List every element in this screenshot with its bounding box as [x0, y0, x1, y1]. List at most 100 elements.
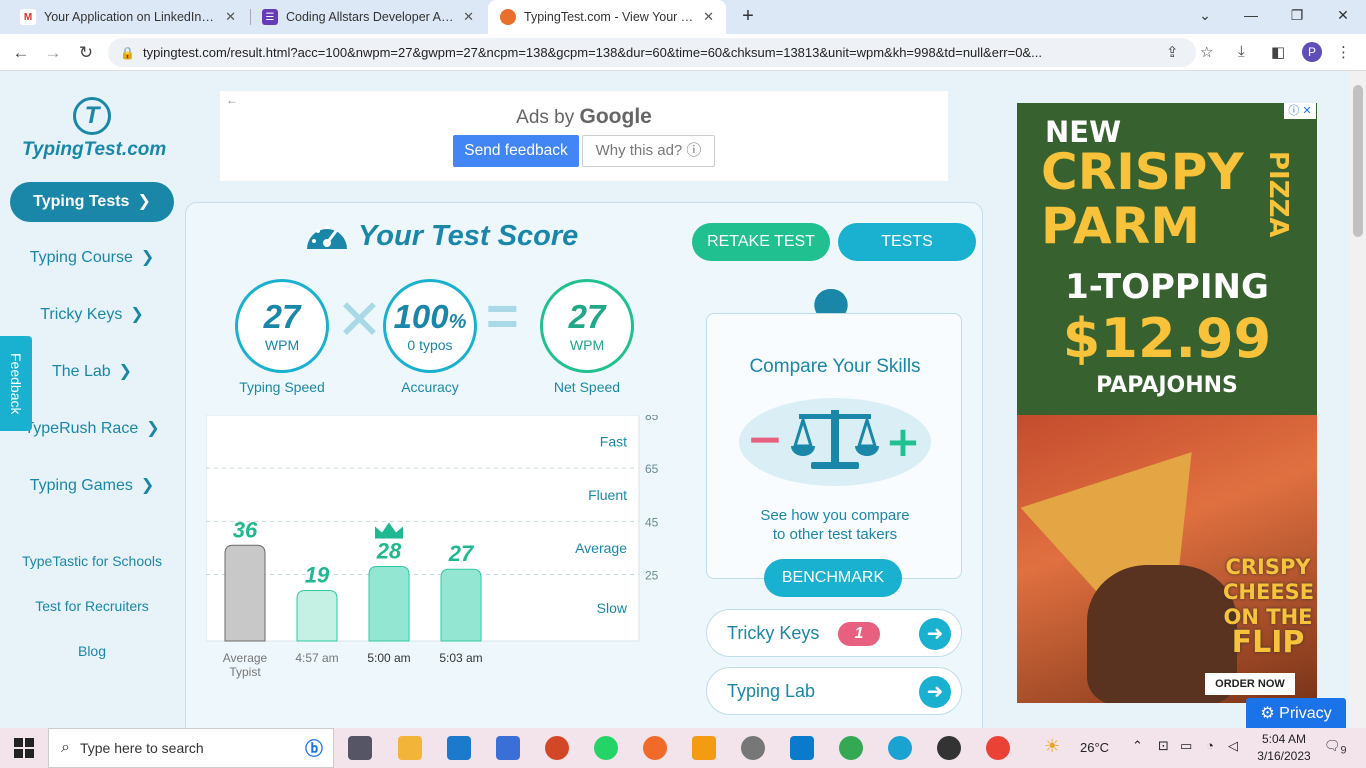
ads-by-google-label: Ads by Google [220, 105, 948, 129]
sidebar-item-typing-course[interactable]: Typing Course ❯ [10, 238, 174, 278]
scrollbar-thumb[interactable] [1353, 85, 1363, 237]
network-icon[interactable]: ⊡ [1158, 738, 1169, 754]
chart-bar [296, 589, 338, 642]
powerpoint-icon[interactable] [545, 736, 569, 760]
sidebar-item-typing-games[interactable]: Typing Games ❯ [10, 466, 174, 506]
chevron-up-icon[interactable]: ⌃ [1132, 738, 1143, 754]
taskbar-search[interactable]: ⌕ Type here to search ⓑ [48, 728, 334, 768]
file-explorer-icon[interactable] [398, 736, 422, 760]
ad-choices-icon[interactable]: ⓘ ✕ [1284, 103, 1316, 119]
bookmark-star-icon[interactable]: ☆ [1200, 43, 1213, 61]
ad-order-now-button[interactable]: ORDER NOW [1205, 673, 1295, 695]
bing-icon[interactable]: ⓑ [305, 735, 323, 761]
task-view-icon[interactable] [348, 736, 372, 760]
whatsapp-icon[interactable] [594, 736, 618, 760]
ad-headline: CRISPY PARM [1041, 145, 1244, 253]
feedback-tab[interactable]: Feedback [0, 336, 32, 431]
lock-icon[interactable]: 🔒 [120, 46, 135, 60]
chevron-right-icon: ❯ [146, 420, 160, 437]
windows-start-icon[interactable] [14, 738, 34, 758]
tricky-keys-label: Tricky Keys [727, 623, 820, 643]
sidebar-item-typerush-race[interactable]: TypeRush Race ❯ [10, 409, 174, 449]
app-icon[interactable] [741, 736, 765, 760]
chrome-profile-icon[interactable] [986, 736, 1010, 760]
notifications-icon[interactable]: 🗨9 [1324, 738, 1347, 757]
arrow-right-icon[interactable]: ➜ [919, 618, 951, 650]
tab-forms[interactable]: ☰ Coding Allstars Developer Applic ✕ [250, 0, 486, 34]
tab-search-icon[interactable]: ⌄ [1182, 0, 1228, 30]
arrow-right-icon[interactable]: ➜ [919, 676, 951, 708]
tricky-keys-link[interactable]: Tricky Keys 1 ➜ [706, 609, 962, 657]
privacy-button[interactable]: ⚙ Privacy [1246, 698, 1346, 728]
url-text[interactable]: typingtest.com/result.html?acc=100&nwpm=… [143, 45, 1153, 60]
new-tab-button[interactable]: + [736, 4, 760, 28]
reload-button[interactable]: ↻ [73, 40, 99, 66]
logo-text: TypingTest.com [22, 139, 167, 160]
typing-lab-label: Typing Lab [727, 681, 816, 701]
papa-johns-ad[interactable]: NEW CRISPY PARM PIZZA 1-TOPPING $12.99 PA… [1017, 103, 1317, 703]
clock-time: 5:04 AM [1261, 732, 1307, 746]
close-icon[interactable]: ✕ [703, 9, 714, 25]
side-panel-icon[interactable]: ◧ [1271, 43, 1285, 61]
net-speed-unit: WPM [569, 337, 605, 353]
weather-icon[interactable]: ☀ [1044, 736, 1060, 757]
vlc-icon[interactable] [692, 736, 716, 760]
page-scrollbar[interactable] [1350, 71, 1366, 728]
sidebar-item-tricky-keys[interactable]: Tricky Keys ❯ [10, 295, 174, 335]
tests-button[interactable]: TESTS [838, 223, 976, 261]
link-recruiters[interactable]: Test for Recruiters [10, 598, 174, 614]
close-icon[interactable]: ✕ [225, 9, 236, 25]
volume-icon[interactable]: ◁ [1228, 738, 1238, 754]
sidebar-item-label: Typing Tests [33, 193, 130, 210]
band-label: Slow [597, 600, 628, 616]
close-window-button[interactable]: ✕ [1320, 0, 1366, 30]
weather-text[interactable]: 26°C [1080, 740, 1109, 755]
vscode-icon[interactable] [790, 736, 814, 760]
obs-icon[interactable] [937, 736, 961, 760]
ad-cheese-line1: CRISPY [1225, 555, 1311, 579]
tab-title: Coding Allstars Developer Applic [286, 10, 456, 24]
link-blog[interactable]: Blog [10, 643, 174, 659]
tricky-keys-count-badge: 1 [838, 622, 880, 646]
send-feedback-button[interactable]: Send feedback [453, 135, 579, 167]
x-category-label: 5:00 am [367, 651, 410, 665]
tab-gmail[interactable]: M Your Application on LinkedIn - ph ✕ [8, 0, 248, 34]
chrome-icon[interactable] [839, 736, 863, 760]
site-logo[interactable]: T TypingTest.com [22, 97, 167, 161]
tab-typingtest[interactable]: TypingTest.com - View Your Typin ✕ [488, 0, 726, 34]
sidebar-item-the-lab[interactable]: The Lab ❯ [10, 352, 174, 392]
sidebar-item-typing-tests[interactable]: Typing Tests ❯ [10, 182, 174, 222]
retake-test-button[interactable]: RETAKE TEST [692, 223, 830, 261]
wifi-icon[interactable]: ◔ [1206, 738, 1214, 753]
app-icon[interactable] [496, 736, 520, 760]
omnibox[interactable]: 🔒 typingtest.com/result.html?acc=100&nwp… [108, 38, 1196, 67]
link-typetastic[interactable]: TypeTastic for Schools [10, 553, 174, 569]
close-icon[interactable]: ✕ [463, 9, 474, 25]
sidebar-item-label: Tricky Keys [40, 306, 123, 323]
postman-icon[interactable] [643, 736, 667, 760]
forms-icon: ☰ [262, 9, 278, 25]
compare-skills-panel: Compare Your Skills − + See how you comp… [706, 313, 962, 579]
clock[interactable]: 5:04 AM 3/16/2023 [1254, 731, 1314, 765]
accuracy-value: 100 [393, 298, 449, 335]
bar-value-label: 36 [233, 517, 258, 542]
minimize-button[interactable]: — [1228, 0, 1274, 30]
battery-icon[interactable]: ▭ [1180, 738, 1192, 754]
forward-button[interactable]: → [40, 40, 66, 66]
restore-button[interactable]: ❐ [1274, 0, 1320, 30]
menu-kebab-icon[interactable]: ⋮ [1336, 43, 1351, 61]
benchmark-button[interactable]: BENCHMARK [764, 559, 902, 597]
compare-description: See how you compare to other test takers [707, 506, 963, 544]
download-icon[interactable]: ⤓ [1238, 43, 1245, 60]
back-button[interactable]: ← [8, 40, 34, 66]
store-icon[interactable] [447, 736, 471, 760]
share-icon[interactable]: ⇪ [1166, 43, 1179, 61]
typing-lab-link[interactable]: Typing Lab ➜ [706, 667, 962, 715]
chevron-right-icon: ❯ [140, 477, 155, 494]
y-tick-label: 85 [645, 415, 659, 423]
typingtest-favicon [500, 9, 516, 25]
net-speed-label: Net Speed [553, 379, 621, 395]
profile-avatar[interactable]: P [1302, 42, 1322, 62]
why-this-ad-button[interactable]: Why this ad? ⓘ [582, 135, 715, 167]
app-icon[interactable] [888, 736, 912, 760]
